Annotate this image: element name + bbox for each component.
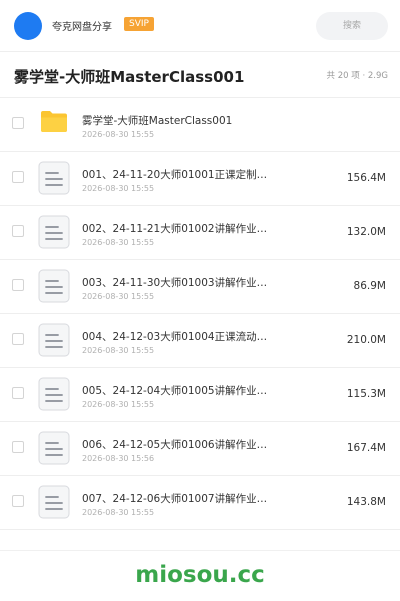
list-item[interactable]: 004、24-12-03大师01004正课流动… 2026-08-30 15:5…: [0, 314, 400, 368]
document-icon: [38, 485, 70, 519]
page-title: 雾学堂-大师班MasterClass001: [14, 68, 245, 86]
avatar[interactable]: [14, 12, 42, 40]
checkbox[interactable]: [12, 495, 24, 507]
list-item[interactable]: 006、24-12-05大师01006讲解作业… 2026-08-30 15:5…: [0, 422, 400, 476]
document-icon: [38, 161, 70, 195]
file-date: 2026-08-30 15:55: [82, 400, 155, 409]
file-name: 005、24-12-04大师01005讲解作业…: [82, 385, 268, 397]
file-date: 2026-08-30 15:55: [82, 130, 155, 139]
file-size: 115.3M: [346, 388, 386, 400]
file-date: 2026-08-30 15:55: [82, 238, 155, 247]
file-name: 003、24-11-30大师01003讲解作业…: [82, 277, 268, 289]
vip-badge: SVIP: [124, 17, 154, 31]
file-size: 132.0M: [346, 226, 386, 238]
file-list: 雾学堂-大师班MasterClass001 2026-08-30 15:55 0…: [0, 98, 400, 530]
list-item[interactable]: 003、24-11-30大师01003讲解作业… 2026-08-30 15:5…: [0, 260, 400, 314]
file-name: 雾学堂-大师班MasterClass001: [82, 115, 233, 127]
total-size: 2.9G: [367, 71, 388, 81]
file-size: 156.4M: [346, 172, 386, 184]
folder-summary: 共 20 项 · 2.9G: [327, 69, 388, 81]
file-name: 004、24-12-03大师01004正课流动…: [82, 331, 268, 343]
document-icon: [38, 431, 70, 465]
search-button[interactable]: 搜索: [316, 12, 388, 40]
document-icon: [38, 215, 70, 249]
share-header: 夸克网盘分享 SVIP 搜索: [0, 0, 400, 52]
file-size: 167.4M: [346, 442, 386, 454]
file-name: 006、24-12-05大师01006讲解作业…: [82, 439, 268, 451]
file-size: 86.9M: [353, 280, 386, 292]
file-date: 2026-08-30 15:55: [82, 346, 155, 355]
list-item[interactable]: 007、24-12-06大师01007讲解作业… 2026-08-30 15:5…: [0, 476, 400, 530]
document-icon: [38, 269, 70, 303]
file-size: 210.0M: [346, 334, 386, 346]
file-size: 143.8M: [346, 496, 386, 508]
uploader-name[interactable]: 夸克网盘分享: [52, 18, 112, 33]
checkbox[interactable]: [12, 387, 24, 399]
list-item[interactable]: 001、24-11-20大师01001正课定制… 2026-08-30 15:5…: [0, 152, 400, 206]
checkbox[interactable]: [12, 225, 24, 237]
checkbox[interactable]: [12, 117, 24, 129]
file-name: 001、24-11-20大师01001正课定制…: [82, 169, 268, 181]
list-item[interactable]: 雾学堂-大师班MasterClass001 2026-08-30 15:55: [0, 98, 400, 152]
document-icon: [38, 323, 70, 357]
checkbox[interactable]: [12, 171, 24, 183]
file-name: 002、24-11-21大师01002讲解作业…: [82, 223, 268, 235]
list-item[interactable]: 005、24-12-04大师01005讲解作业… 2026-08-30 15:5…: [0, 368, 400, 422]
list-item[interactable]: 002、24-11-21大师01002讲解作业… 2026-08-30 15:5…: [0, 206, 400, 260]
folder-icon: [41, 111, 67, 132]
folder-title-bar: 雾学堂-大师班MasterClass001 共 20 项 · 2.9G: [0, 52, 400, 98]
checkbox[interactable]: [12, 333, 24, 345]
file-date: 2026-08-30 15:55: [82, 292, 155, 301]
checkbox[interactable]: [12, 279, 24, 291]
watermark: miosou.cc: [135, 562, 265, 588]
file-date: 2026-08-30 15:55: [82, 508, 155, 517]
file-date: 2026-08-30 15:55: [82, 184, 155, 193]
document-icon: [38, 377, 70, 411]
item-count: 共 20 项: [326, 71, 360, 81]
file-name: 007、24-12-06大师01007讲解作业…: [82, 493, 268, 505]
checkbox[interactable]: [12, 441, 24, 453]
file-date: 2026-08-30 15:56: [82, 454, 155, 463]
